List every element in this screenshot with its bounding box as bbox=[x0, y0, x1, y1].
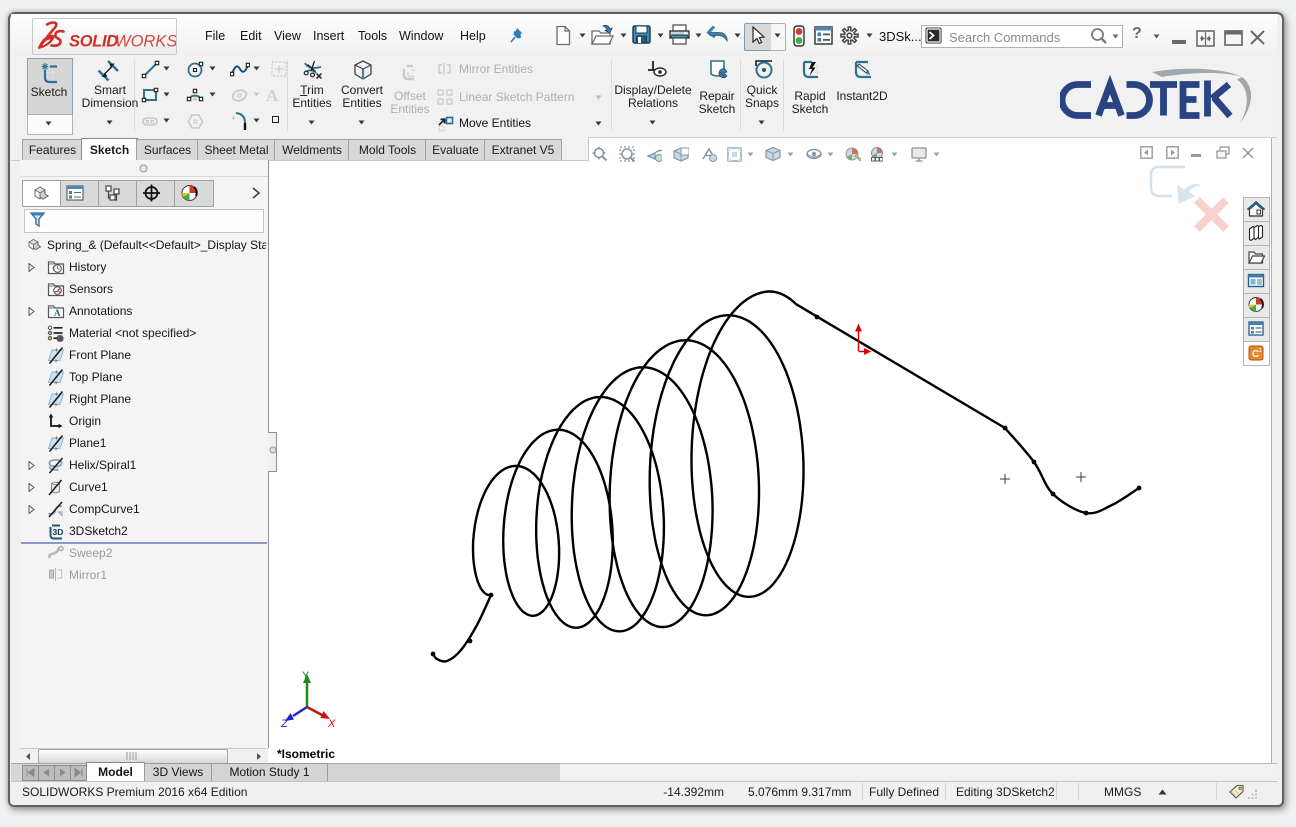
svg-text:X: X bbox=[327, 718, 336, 730]
svg-text:Z: Z bbox=[280, 718, 289, 730]
svg-text:Y: Y bbox=[302, 670, 310, 682]
